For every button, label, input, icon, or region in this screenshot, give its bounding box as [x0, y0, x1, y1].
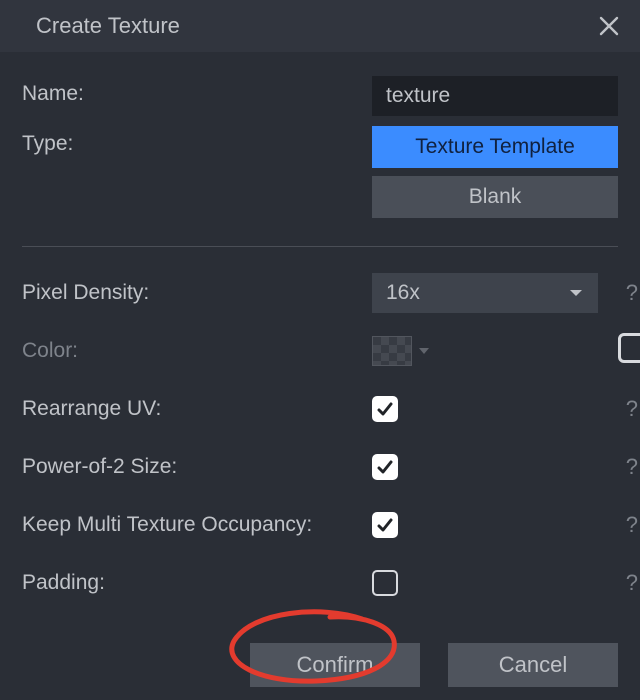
- name-label: Name:: [22, 76, 372, 106]
- keep-mto-label: Keep Multi Texture Occupancy:: [22, 513, 372, 537]
- help-icon[interactable]: ?: [618, 280, 638, 306]
- padding-label: Padding:: [22, 571, 372, 595]
- row-pixel-density: Pixel Density: 16x ?: [22, 273, 618, 313]
- padding-checkbox[interactable]: [372, 570, 398, 596]
- row-power-of-2: Power-of-2 Size: ?: [22, 447, 618, 487]
- power-of-2-checkbox[interactable]: [372, 454, 398, 480]
- color-label: Color:: [22, 339, 372, 363]
- pixel-density-dropdown[interactable]: 16x: [372, 273, 598, 313]
- keep-mto-checkbox[interactable]: [372, 512, 398, 538]
- row-rearrange-uv: Rearrange UV: ?: [22, 389, 618, 429]
- row-padding: Padding: ?: [22, 563, 618, 603]
- dialog-title: Create Texture: [36, 13, 180, 39]
- type-option-texture-template[interactable]: Texture Template: [372, 126, 618, 168]
- name-input[interactable]: [372, 76, 618, 116]
- type-option-blank[interactable]: Blank: [372, 176, 618, 218]
- help-icon[interactable]: ?: [618, 570, 638, 596]
- row-name: Name:: [22, 76, 618, 116]
- help-icon[interactable]: ?: [618, 512, 638, 538]
- power-of-2-label: Power-of-2 Size:: [22, 455, 372, 479]
- dialog-titlebar: Create Texture: [0, 0, 640, 52]
- row-color: Color:: [22, 331, 618, 371]
- pixel-density-value: 16x: [386, 281, 568, 305]
- color-swatch: [372, 336, 412, 366]
- close-icon[interactable]: [598, 15, 620, 37]
- chevron-down-icon: [418, 346, 430, 356]
- dialog-footer: Confirm Cancel: [0, 621, 640, 687]
- rearrange-uv-label: Rearrange UV:: [22, 397, 372, 421]
- row-keep-mto: Keep Multi Texture Occupancy: ?: [22, 505, 618, 545]
- confirm-button[interactable]: Confirm: [250, 643, 420, 687]
- rearrange-uv-checkbox[interactable]: [372, 396, 398, 422]
- chevron-down-icon: [568, 287, 584, 299]
- help-icon[interactable]: ?: [618, 396, 638, 422]
- color-checkbox[interactable]: [618, 333, 640, 363]
- type-label: Type:: [22, 126, 372, 156]
- row-type: Type: Texture Template Blank: [22, 126, 618, 226]
- cancel-button[interactable]: Cancel: [448, 643, 618, 687]
- help-icon[interactable]: ?: [618, 454, 638, 480]
- pixel-density-label: Pixel Density:: [22, 281, 372, 305]
- color-picker[interactable]: [372, 336, 430, 366]
- section-divider: [22, 246, 618, 247]
